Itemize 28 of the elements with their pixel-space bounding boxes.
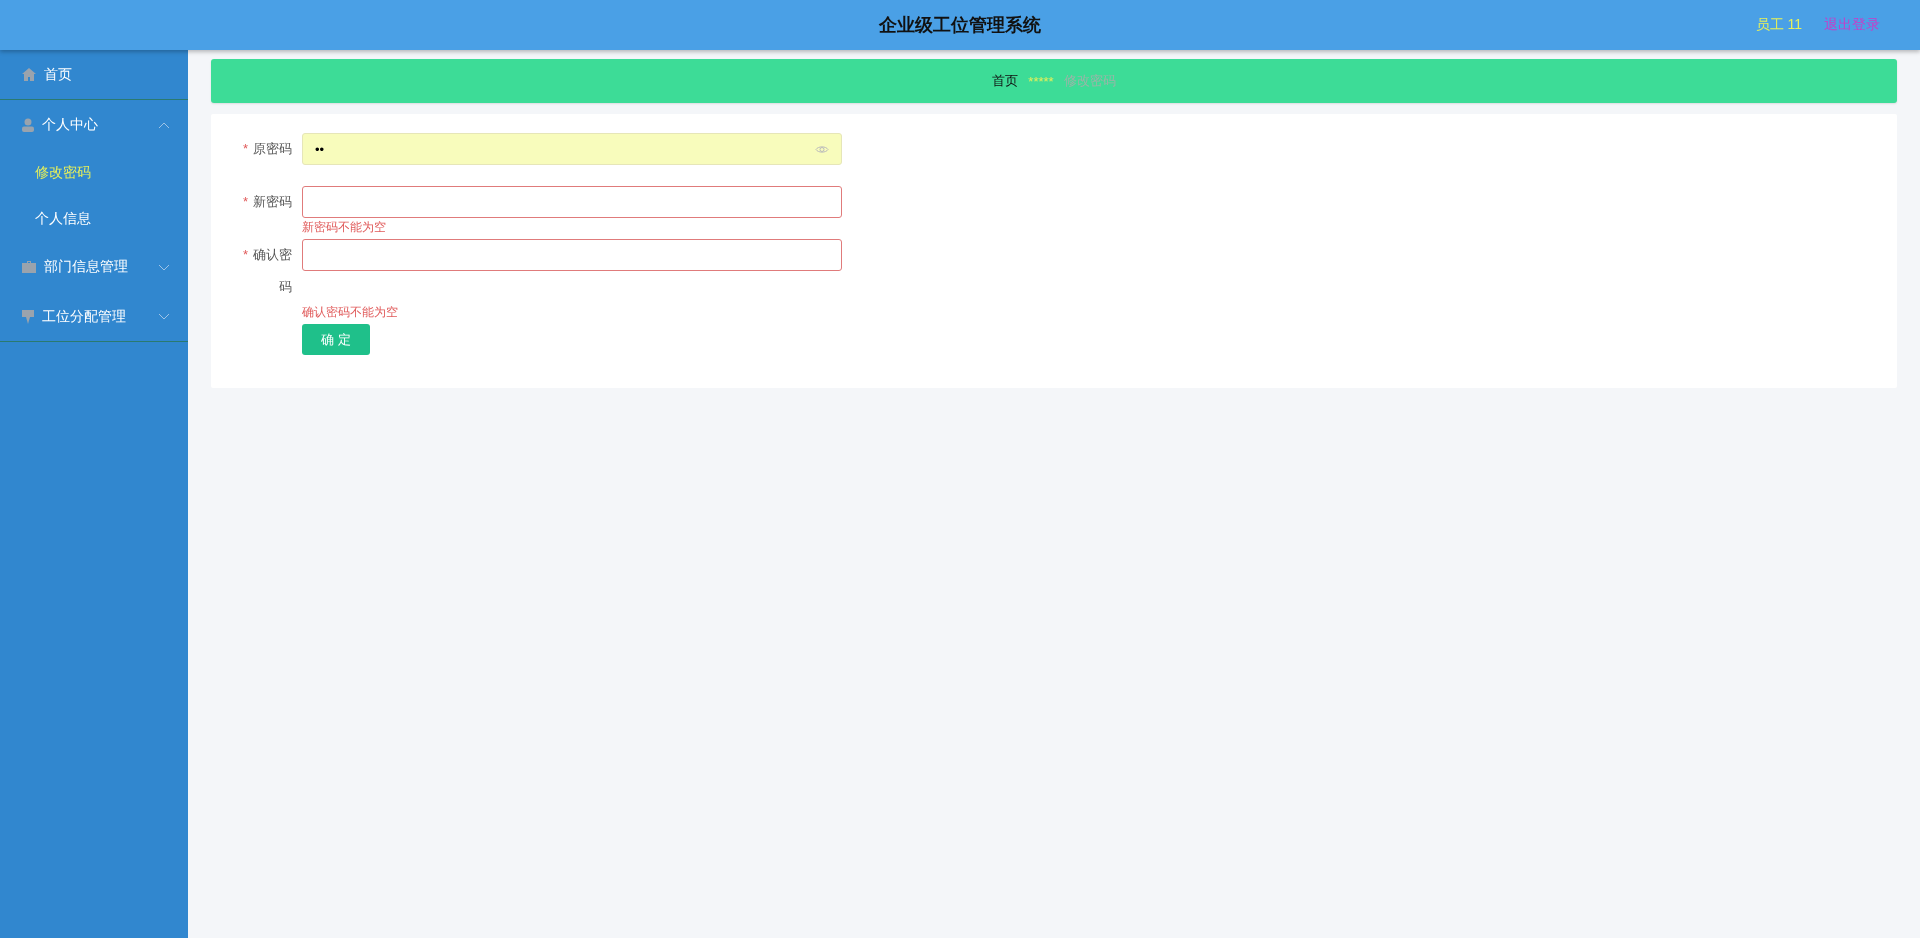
password-field[interactable] [302,186,842,218]
field-label: 新密码 [252,193,292,211]
breadcrumb-item: 修改密码 [1063,72,1116,90]
password-field[interactable] [302,239,842,271]
user-icon [22,118,34,132]
user-name: 员工 11 [1755,16,1802,34]
error-message: 确认密码不能为空 [302,305,398,319]
eye-icon[interactable] [815,144,829,154]
app-title: 企业级工位管理系统 [879,15,1041,35]
field-label: 原密码 [252,140,292,158]
confirm-button[interactable]: 确 定 [302,324,370,355]
briefcase-icon [22,261,36,273]
required-mark: * [242,193,248,211]
required-mark: * [242,246,248,264]
pin-icon [22,309,34,324]
password-field[interactable]: •• [302,133,842,165]
submenu-item[interactable]: 修改密码 [35,164,91,182]
home-icon [22,68,36,81]
breadcrumb-separator: ***** [1028,73,1054,89]
error-message: 新密码不能为空 [302,220,386,234]
breadcrumb-item[interactable]: 首页 [992,72,1019,90]
menu-item[interactable]: 首页 [0,50,188,100]
menu-item[interactable]: 部门信息管理 [0,242,188,292]
required-mark: * [242,140,248,158]
field-label: 确认密码 [252,246,292,296]
submenu-item[interactable]: 个人信息 [35,210,91,228]
menu-item[interactable]: 个人中心 [0,100,188,150]
menu-item[interactable]: 工位分配管理 [0,292,188,342]
